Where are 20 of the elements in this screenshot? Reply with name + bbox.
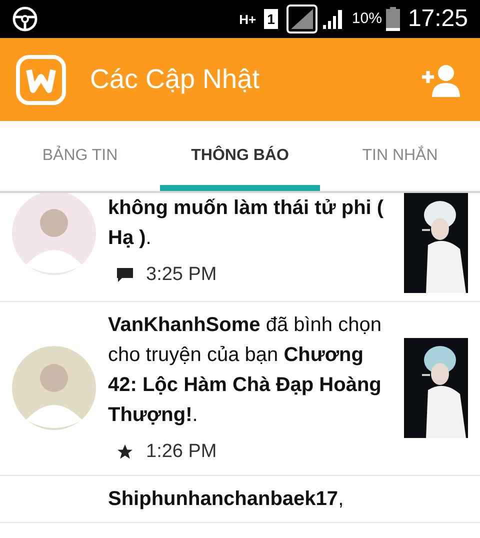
clock: 17:25 <box>408 4 468 34</box>
notification-text: VanKhanhSome đã bình chọn cho truyện của bạn Chương 42: Lộc Hàm Chà Đạp Hoàng Thượng!. <box>108 313 382 428</box>
battery-percent: 10% <box>352 8 382 29</box>
battery-icon <box>386 7 400 31</box>
tab[interactable]: THÔNG BÁO <box>160 121 320 191</box>
app-title: Các Cập Nhật <box>90 63 261 96</box>
tab[interactable]: BẢNG TIN <box>0 121 160 191</box>
notification-time: 3:25 PM <box>146 263 217 287</box>
signal-icon <box>322 8 344 30</box>
steering-wheel-icon <box>12 6 38 32</box>
comment-icon <box>116 266 134 284</box>
star-icon <box>116 443 134 462</box>
app-logo-icon <box>16 54 66 104</box>
network-type: H+ <box>239 12 256 26</box>
no-signal-icon <box>286 4 318 34</box>
notification-text: Shiphunhanchanbaek17, <box>108 486 345 512</box>
tab[interactable]: TIN NHẮN <box>320 121 480 191</box>
sim-indicator: 1 <box>264 9 278 29</box>
notification-text: không muốn làm thái tử phi ( Hạ ). <box>108 196 385 251</box>
notification-time: 1:26 PM <box>146 440 217 464</box>
